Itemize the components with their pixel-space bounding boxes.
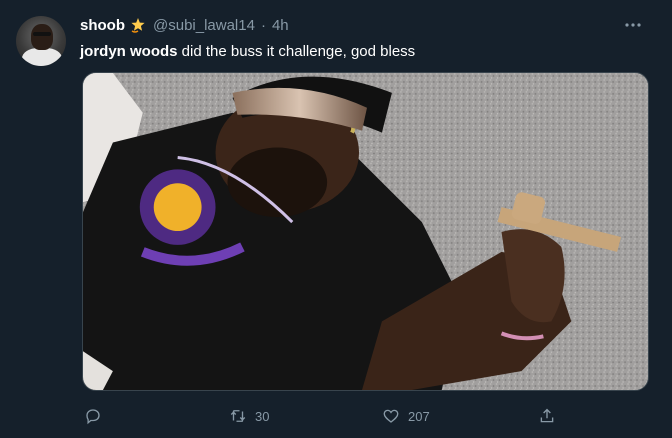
photo-illustration — [83, 73, 648, 390]
tweet-text: jordyn woods did the buss it challenge, … — [80, 42, 650, 62]
dizzy-star-icon — [129, 16, 147, 34]
like-count: 207 — [408, 408, 430, 424]
tweet-text-bold: jordyn woods — [80, 43, 178, 60]
avatar-shirt — [22, 48, 62, 66]
avatar-glasses — [33, 32, 51, 36]
share-icon — [540, 408, 554, 423]
share-button[interactable] — [538, 404, 564, 428]
tweet-header: shoob @subi_lawal14 · 4h — [80, 14, 289, 36]
reply-icon — [86, 409, 100, 425]
avatar-face — [31, 24, 53, 50]
heart-icon — [383, 409, 399, 423]
retweet-count: 30 — [255, 408, 270, 424]
like-button[interactable]: 207 — [382, 404, 430, 428]
display-name[interactable]: shoob — [80, 17, 125, 34]
action-bar: 30 207 — [82, 404, 562, 428]
reply-button[interactable] — [84, 404, 110, 428]
tweet[interactable]: shoob @subi_lawal14 · 4h jordyn woods di… — [0, 0, 672, 438]
separator-dot: · — [260, 16, 266, 34]
handle[interactable]: @subi_lawal14 — [153, 17, 255, 34]
avatar[interactable] — [16, 16, 66, 66]
retweet-button[interactable]: 30 — [229, 404, 269, 428]
retweet-icon — [230, 410, 246, 422]
media-photo[interactable] — [82, 72, 649, 391]
tweet-text-rest: did the buss it challenge, god bless — [177, 43, 416, 60]
more-horizontal-icon[interactable] — [622, 14, 644, 36]
timestamp[interactable]: 4h — [272, 17, 289, 34]
